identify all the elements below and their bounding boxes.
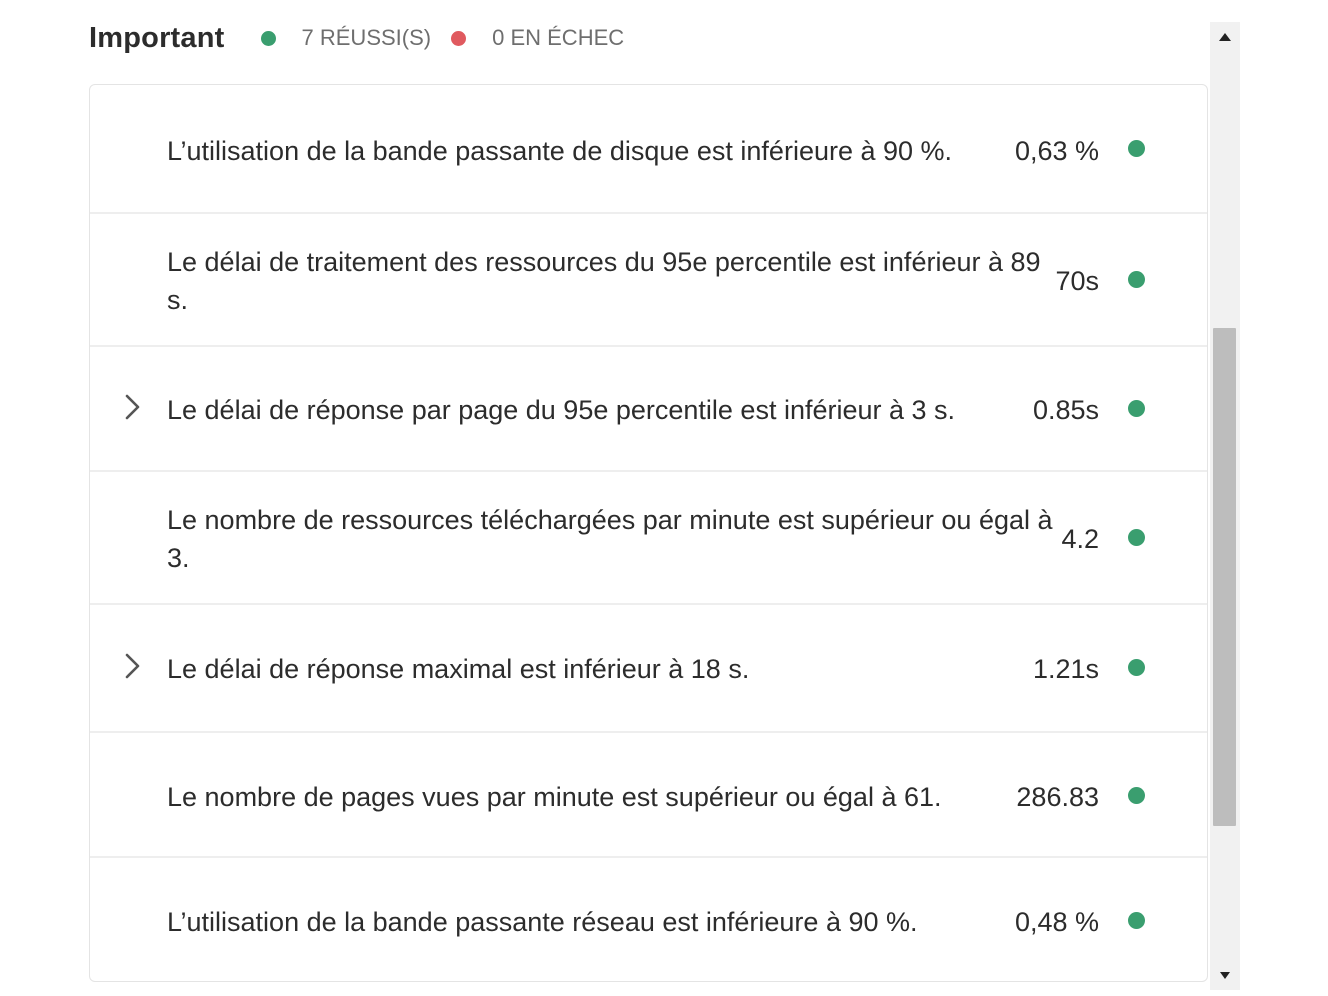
status-pass-icon (1128, 659, 1145, 676)
check-label: L’utilisation de la bande passante résea… (167, 907, 918, 937)
check-label: Le nombre de ressources téléchargées par… (167, 505, 1053, 573)
checks-panel: L’utilisation de la bande passante de di… (89, 84, 1208, 982)
check-row: Le nombre de pages vues par minute est s… (90, 733, 1207, 858)
failed-count: 0 EN ÉCHEC (492, 25, 625, 50)
check-value: 0,63 % (1014, 136, 1099, 166)
status-pass-icon (1128, 140, 1145, 157)
pass-dot-icon (260, 30, 276, 46)
vertical-scrollbar[interactable] (1210, 22, 1240, 990)
check-row-expandable[interactable]: Le délai de réponse par page du 95e perc… (90, 347, 1207, 472)
status-pass-icon (1128, 912, 1145, 929)
check-label: L’utilisation de la bande passante de di… (167, 136, 953, 166)
check-value: 1.21s (1032, 654, 1099, 684)
status-pass-icon (1128, 271, 1145, 288)
scrollbar-thumb[interactable] (1213, 328, 1236, 826)
check-row: L’utilisation de la bande passante de di… (90, 85, 1207, 214)
chevron-right-icon[interactable] (122, 652, 142, 680)
status-pass-icon (1128, 529, 1145, 546)
scroll-up-arrow-icon[interactable] (1210, 22, 1240, 52)
check-row-expandable[interactable]: Le délai de réponse maximal est inférieu… (90, 605, 1207, 733)
check-label: Le délai de réponse par page du 95e perc… (167, 395, 956, 425)
fail-dot-icon (451, 30, 467, 46)
check-value: 0,48 % (1014, 907, 1099, 937)
check-row: Le délai de traitement des ressources du… (90, 214, 1207, 347)
check-row: Le nombre de ressources téléchargées par… (90, 472, 1207, 605)
section-title: Important (89, 21, 225, 54)
check-label: Le délai de traitement des ressources du… (167, 247, 1041, 315)
status-pass-icon (1128, 400, 1145, 417)
check-value: 286.83 (1016, 782, 1099, 812)
chevron-right-icon[interactable] (122, 393, 142, 421)
result-summary: 7 RÉUSSI(S) 0 EN ÉCHEC (260, 25, 625, 51)
check-value: 70s (1055, 266, 1099, 296)
scroll-down-arrow-icon[interactable] (1210, 960, 1240, 990)
check-label: Le nombre de pages vues par minute est s… (167, 782, 942, 812)
check-row: L’utilisation de la bande passante résea… (90, 858, 1207, 981)
passed-count: 7 RÉUSSI(S) (301, 25, 432, 50)
status-pass-icon (1128, 787, 1145, 804)
check-value: 0.85s (1032, 395, 1099, 425)
check-label: Le délai de réponse maximal est inférieu… (167, 654, 750, 684)
section-header: Important 7 RÉUSSI(S) 0 EN ÉCHEC (89, 16, 624, 60)
check-value: 4.2 (1061, 524, 1099, 554)
